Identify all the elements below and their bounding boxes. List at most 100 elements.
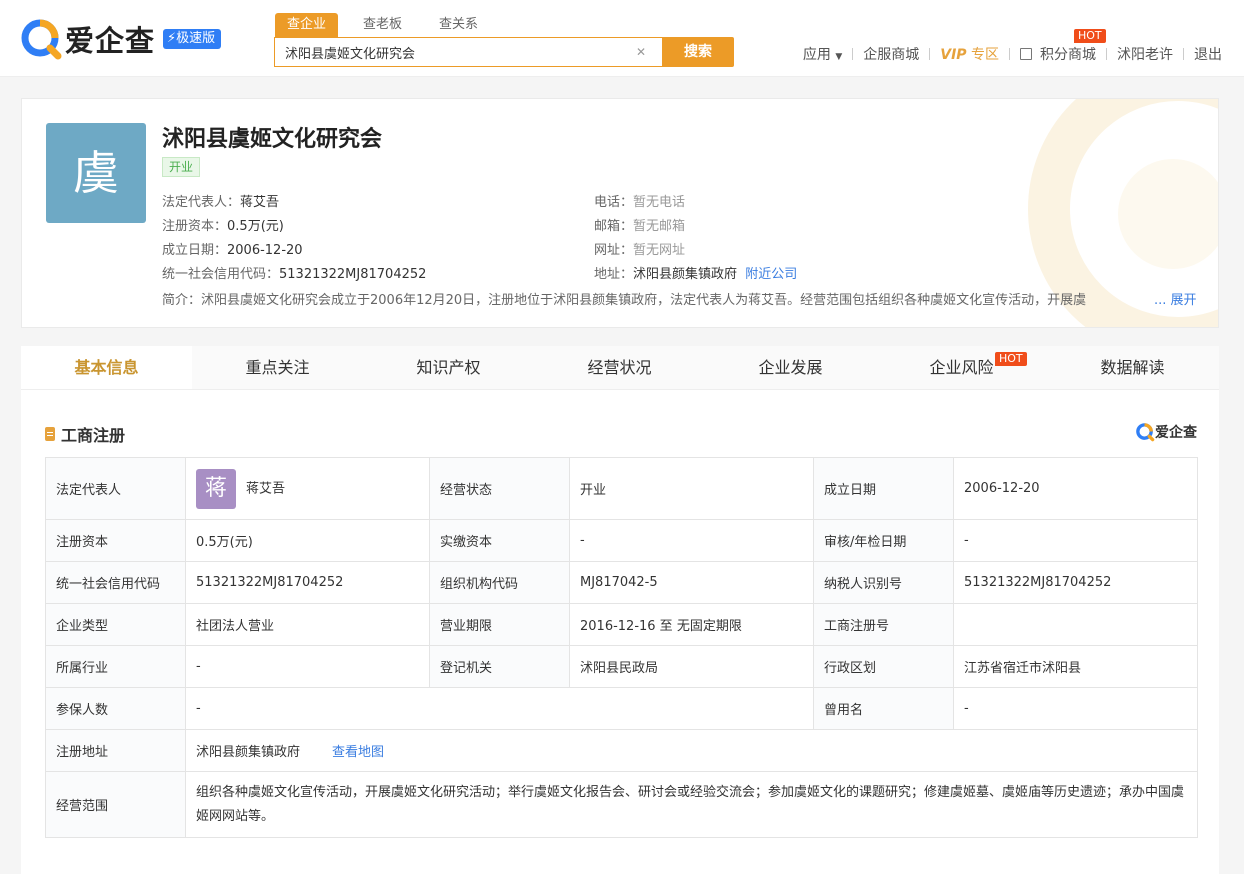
founded-label: 成立日期： [162, 243, 228, 258]
divider [852, 48, 854, 60]
table-label: 经营范围 [45, 771, 186, 838]
document-icon [45, 427, 55, 441]
business-scope-value: 组织各种虞姬文化宣传活动，开展虞姬文化研究活动；举行虞姬文化报告会、研讨会或经验… [185, 771, 1198, 838]
logo-icon [20, 18, 62, 60]
table-label: 行政区划 [813, 645, 954, 688]
founded-value: 2006-12-20 [227, 243, 303, 258]
section-title: 工商注册 [45, 422, 125, 446]
capital-row: 注册资本：0.5万(元) [162, 215, 284, 234]
email-row: 邮箱：暂无邮箱 [594, 215, 685, 234]
website-value: 暂无网址 [633, 243, 686, 258]
brand-text: 爱企查 [1155, 425, 1197, 441]
tab-search-boss[interactable]: 查老板 [351, 13, 414, 37]
tab-search-relation[interactable]: 查关系 [427, 13, 490, 37]
table-label: 营业期限 [429, 603, 570, 646]
company-avatar: 虞 [46, 123, 146, 223]
credit-code-row: 统一社会信用代码：51321322MJ81704252 [162, 263, 426, 282]
table-value [953, 603, 1198, 646]
email-label: 邮箱： [594, 219, 634, 234]
table-label: 法定代表人 [45, 457, 186, 520]
table-label: 工商注册号 [813, 603, 954, 646]
legal-rep-row: 法定代表人：蒋艾吾 [162, 191, 279, 210]
table-row: 企业类型 社团法人营业 营业期限 2016-12-16 至 无固定期限 工商注册… [45, 603, 1198, 646]
address-value: 沭阳县颜集镇政府 [633, 267, 738, 282]
website-label: 网址： [594, 243, 634, 258]
fast-badge-label: 极速版 [176, 31, 216, 46]
hot-badge: HOT [995, 352, 1027, 366]
tab-data-insight[interactable]: 数据解读 [1047, 346, 1218, 389]
capital-label: 注册资本： [162, 219, 228, 234]
vip-zone-link[interactable]: VIP 专区 [940, 44, 999, 64]
table-value: 0.5万(元) [185, 519, 430, 562]
tab-search-company[interactable]: 查企业 [275, 13, 339, 37]
founded-row: 成立日期：2006-12-20 [162, 239, 303, 258]
table-row: 所属行业 - 登记机关 沭阳县民政局 行政区划 江苏省宿迁市沭阳县 [45, 645, 1198, 688]
capital-value: 0.5万(元) [227, 219, 284, 234]
legal-rep-name[interactable]: 蒋艾吾 [246, 481, 285, 496]
divider [1183, 48, 1184, 60]
table-row: 注册资本 0.5万(元) 实缴资本 - 审核/年检日期 - [45, 519, 1198, 562]
table-value: 2006-12-20 [953, 457, 1198, 520]
mall-link[interactable]: 企服商城 [863, 44, 919, 64]
company-card: 虞 沭阳县虞姬文化研究会 开业 法定代表人：蒋艾吾 注册资本：0.5万(元) 成… [21, 98, 1219, 328]
tab-ip[interactable]: 知识产权 [363, 346, 534, 389]
table-label: 审核/年检日期 [813, 519, 954, 562]
table-label: 所属行业 [45, 645, 186, 688]
brand-logo-icon [1136, 423, 1155, 442]
view-map-link[interactable]: 查看地图 [332, 745, 384, 760]
clear-icon[interactable]: ✕ [636, 45, 646, 59]
detail-tabs: 基本信息 重点关注 知识产权 经营状况 企业发展 企业风险 HOT 数据解读 [21, 346, 1219, 390]
user-link[interactable]: 沭阳老许 [1117, 44, 1173, 64]
intro-text: 简介：沭阳县虞姬文化研究会成立于2006年12月20日，注册地位于沭阳县颜集镇政… [162, 293, 1087, 308]
tab-risk-label: 企业风险 [929, 358, 994, 377]
table-label: 统一社会信用代码 [45, 561, 186, 604]
vip-zone-label: 专区 [971, 47, 999, 63]
table-label: 参保人数 [45, 687, 186, 730]
phone-row: 电话：暂无电话 [594, 191, 685, 210]
company-intro: 简介：沭阳县虞姬文化研究会成立于2006年12月20日，注册地位于沭阳县颜集镇政… [162, 289, 1152, 308]
search-box: ✕ [274, 37, 662, 67]
divider [929, 48, 931, 60]
table-label: 组织机构代码 [429, 561, 570, 604]
table-row: 注册地址 沭阳县颜集镇政府 查看地图 [45, 729, 1198, 772]
tab-operations[interactable]: 经营状况 [534, 346, 705, 389]
table-value: - [569, 519, 814, 562]
phone-value: 暂无电话 [633, 195, 686, 210]
company-name: 沭阳县虞姬文化研究会 [162, 127, 383, 152]
apps-label: 应用 [802, 47, 831, 63]
website-row: 网址：暂无网址 [594, 239, 685, 258]
table-value: 沭阳县民政局 [569, 645, 814, 688]
tab-basic-info[interactable]: 基本信息 [21, 346, 192, 389]
expand-intro[interactable]: ... 展开 [1154, 289, 1197, 308]
table-label: 实缴资本 [429, 519, 570, 562]
registration-table: 法定代表人 蒋蒋艾吾 经营状态 开业 成立日期 2006-12-20 注册资本 … [45, 457, 1198, 838]
logout-link[interactable]: 退出 [1194, 44, 1222, 64]
address-cell: 沭阳县颜集镇政府 查看地图 [185, 729, 1198, 772]
main-section: 工商注册 爱企查 法定代表人 蒋蒋艾吾 经营状态 开业 成立日期 2006-12… [21, 390, 1219, 874]
gift-icon [1020, 48, 1032, 60]
tab-key-focus[interactable]: 重点关注 [192, 346, 363, 389]
search-input[interactable] [275, 38, 615, 66]
apps-menu[interactable]: 应用 ▼ [803, 44, 842, 64]
expand-link[interactable]: ... 展开 [1154, 293, 1197, 308]
tab-development[interactable]: 企业发展 [705, 346, 876, 389]
table-value: 江苏省宿迁市沭阳县 [953, 645, 1198, 688]
table-value: 51321322MJ81704252 [185, 561, 430, 604]
table-value: - [185, 645, 430, 688]
logo[interactable]: 爱企查 ⚡极速版 [20, 18, 222, 60]
table-label: 注册资本 [45, 519, 186, 562]
legal-rep-label: 法定代表人： [162, 195, 241, 210]
search-button[interactable]: 搜索 [662, 37, 734, 67]
table-label: 纳税人识别号 [813, 561, 954, 604]
points-mall-link[interactable]: 积分商城 HOT [1020, 29, 1106, 64]
status-badge: 开业 [162, 157, 201, 177]
table-value: 开业 [569, 457, 814, 520]
nearby-companies-link[interactable]: 附近公司 [745, 267, 797, 282]
tab-risk[interactable]: 企业风险 HOT [876, 346, 1047, 389]
legal-rep-value[interactable]: 蒋艾吾 [240, 195, 279, 210]
table-value: - [953, 687, 1198, 730]
table-value: 2016-12-16 至 无固定期限 [569, 603, 814, 646]
table-value: 社团法人营业 [185, 603, 430, 646]
logo-text: 爱企查 [65, 24, 156, 58]
search-tabs: 查企业 查老板 查关系 [275, 13, 503, 37]
